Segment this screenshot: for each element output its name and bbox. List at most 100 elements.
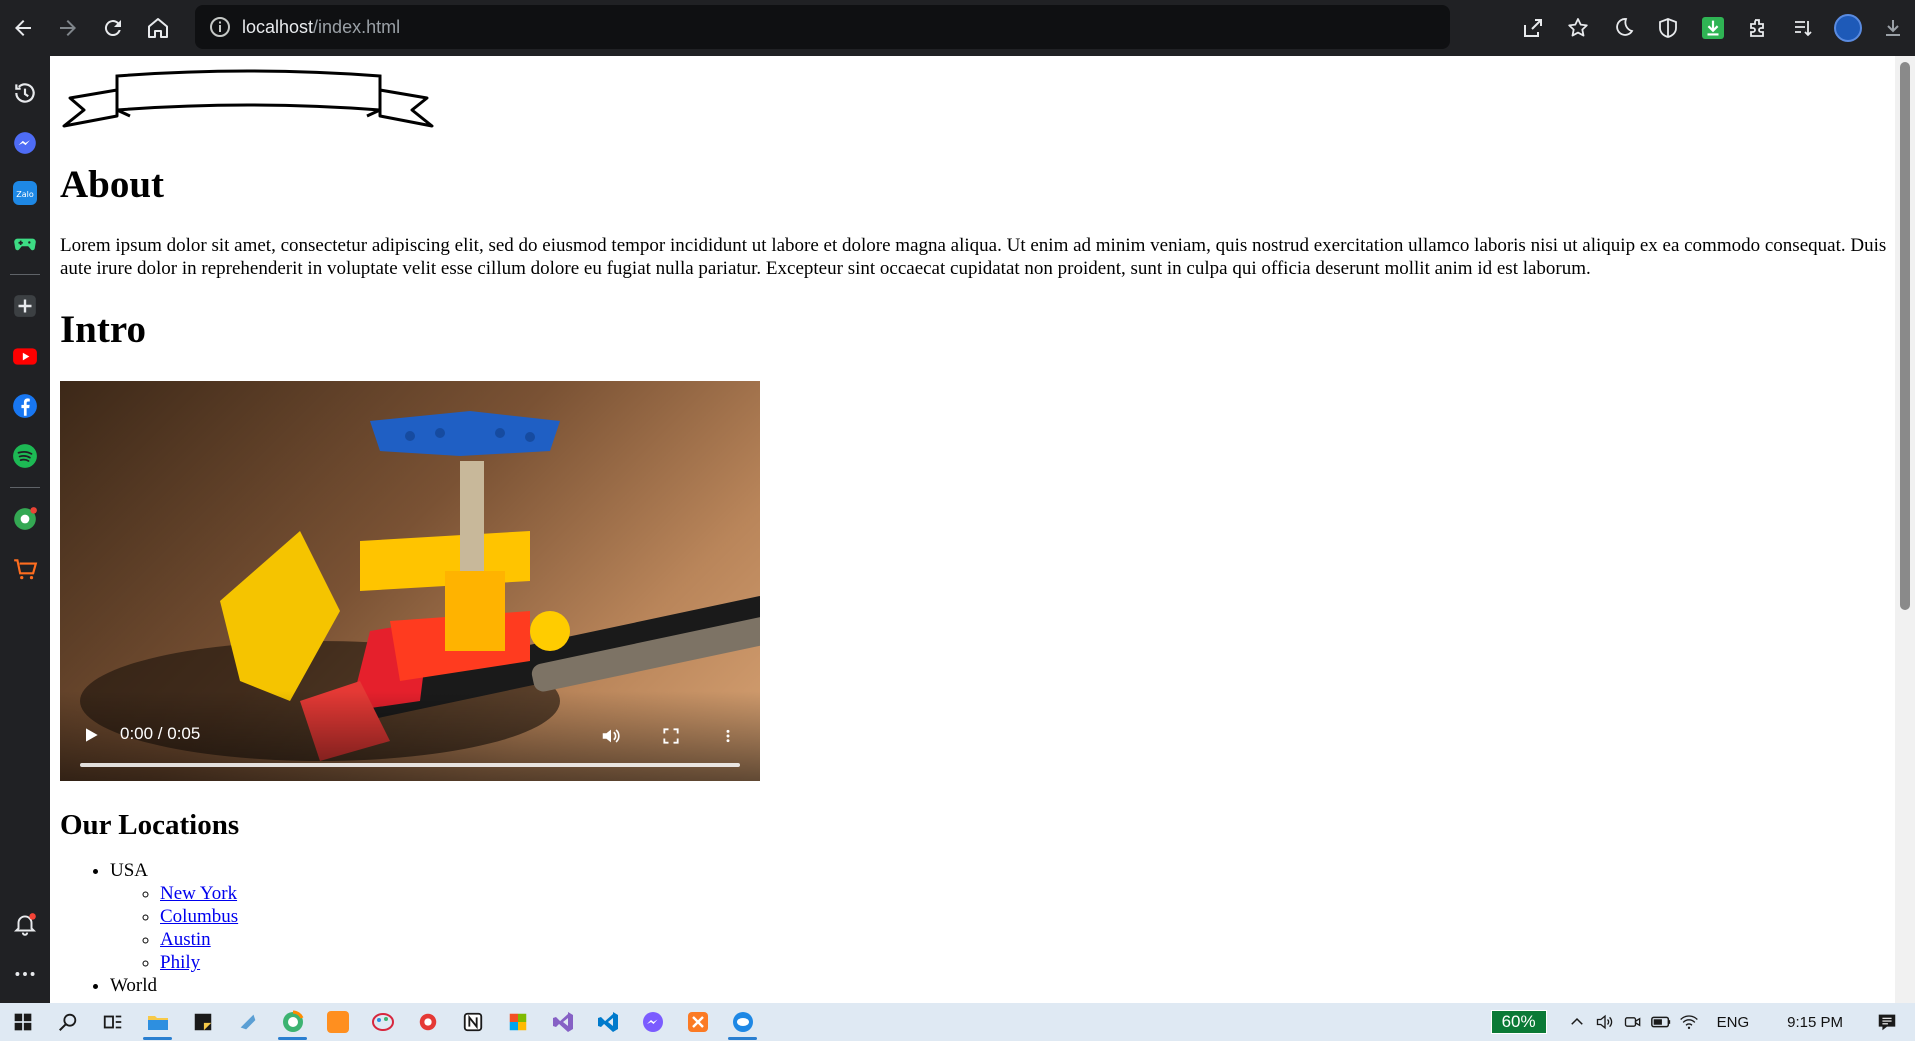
sidebar-soccer[interactable] [0, 494, 50, 544]
ribbon-banner-image [62, 69, 434, 128]
back-button[interactable] [0, 0, 45, 56]
battery-tray-button[interactable] [1647, 1003, 1675, 1041]
show-hidden-icons-button[interactable] [1563, 1003, 1591, 1041]
speaker-icon [1596, 1014, 1612, 1030]
taskbar-app[interactable] [225, 1003, 270, 1041]
page-scrollbar[interactable] [1895, 56, 1915, 1003]
task-view-button[interactable] [90, 1003, 135, 1041]
city-link-austin[interactable]: Austin [160, 929, 211, 950]
url-host: localhost [242, 16, 314, 37]
reading-list-button[interactable] [1780, 0, 1825, 56]
sidebar-more[interactable] [0, 949, 50, 999]
taskbar-app-red[interactable] [405, 1003, 450, 1041]
taskbar-file-explorer[interactable] [135, 1003, 180, 1041]
web-page: About Lorem ipsum dolor sit amet, consec… [50, 56, 1895, 1003]
reload-button[interactable] [90, 0, 135, 56]
taskbar-paint[interactable] [360, 1003, 405, 1041]
sidebar-youtube[interactable] [0, 331, 50, 381]
puzzle-icon [1749, 19, 1764, 37]
city-link-new-york[interactable]: New York [160, 883, 237, 904]
windows-taskbar: 60% ENG 9:15 PM [0, 1003, 1915, 1041]
intro-video-player[interactable]: 0:00 / 0:05 [60, 381, 760, 781]
extensions-button[interactable] [1735, 0, 1780, 56]
share-icon [1523, 19, 1542, 37]
sidebar-messenger[interactable] [0, 118, 50, 168]
fullscreen-button[interactable] [658, 723, 684, 749]
app-orange-icon [326, 1011, 349, 1033]
profile-button[interactable] [1825, 0, 1870, 56]
list-item: Austin [160, 928, 238, 951]
sticky-notes-icon [194, 1013, 211, 1031]
download-extension-button[interactable] [1690, 0, 1735, 56]
taskbar-messenger[interactable] [630, 1003, 675, 1041]
address-bar[interactable]: localhost/index.html [195, 5, 1450, 49]
wifi-tray-button[interactable] [1675, 1003, 1703, 1041]
history-icon [15, 83, 35, 103]
locations-list: USA New York Columbus Austin Phily World [60, 859, 238, 997]
volume-button[interactable] [598, 723, 624, 749]
country-world: World [110, 975, 158, 996]
home-button[interactable] [135, 0, 180, 56]
share-button[interactable] [1510, 0, 1555, 56]
sidebar-zalo[interactable]: Zalo [0, 168, 50, 218]
browser-toolbar: localhost/index.html [0, 0, 1915, 56]
taskbar-visual-studio[interactable] [540, 1003, 585, 1041]
search-icon [58, 1013, 76, 1031]
video-controls: 0:00 / 0:05 [60, 691, 760, 781]
task-view-icon [103, 1015, 121, 1029]
games-icon [14, 238, 36, 251]
taskbar-sticky-notes[interactable] [180, 1003, 225, 1041]
taskbar-search-button[interactable] [45, 1003, 90, 1041]
sidebar-spotify[interactable] [0, 431, 50, 481]
volume-tray-button[interactable] [1591, 1003, 1619, 1041]
downloads-button[interactable] [1870, 0, 1915, 56]
sidebar-divider [10, 487, 40, 488]
more-vertical-icon [726, 729, 730, 743]
reload-icon [104, 20, 121, 37]
sidebar-history[interactable] [0, 68, 50, 118]
moon-icon [1615, 18, 1633, 36]
language-indicator[interactable]: ENG [1717, 1014, 1750, 1031]
sidebar-shopping[interactable] [0, 544, 50, 594]
sidebar-notifications[interactable] [0, 899, 50, 949]
visual-studio-icon [552, 1012, 573, 1032]
play-button[interactable] [80, 724, 102, 746]
camera-tray-button[interactable] [1619, 1003, 1647, 1041]
taskbar-xampp[interactable] [675, 1003, 720, 1041]
taskbar-vscode[interactable] [585, 1003, 630, 1041]
reading-list-icon [1794, 21, 1812, 37]
start-button[interactable] [0, 1003, 45, 1041]
app-icon [240, 1014, 255, 1030]
bookmark-button[interactable] [1555, 0, 1600, 56]
taskbar-zalo[interactable] [720, 1003, 765, 1041]
coccoc-browser-icon [282, 1010, 303, 1032]
taskbar-app-orange[interactable] [315, 1003, 360, 1041]
sidebar-add[interactable] [0, 281, 50, 331]
taskbar-coccoc-browser[interactable] [270, 1003, 315, 1041]
info-icon[interactable] [208, 15, 232, 39]
facebook-icon [13, 394, 37, 418]
city-link-phily[interactable]: Phily [160, 952, 200, 973]
sidebar-facebook[interactable] [0, 381, 50, 431]
taskbar-notion[interactable] [450, 1003, 495, 1041]
city-link-columbus[interactable]: Columbus [160, 906, 238, 927]
theme-toggle-button[interactable] [1600, 0, 1645, 56]
shield-button[interactable] [1645, 0, 1690, 56]
sidebar-games[interactable] [0, 218, 50, 268]
notification-center-button[interactable] [1873, 1003, 1901, 1041]
profile-avatar [1833, 14, 1862, 42]
country-usa: USA [110, 860, 149, 881]
forward-button[interactable] [45, 0, 90, 56]
video-progress-bar[interactable] [80, 763, 740, 767]
url-path: /index.html [313, 16, 401, 37]
battery-percent-badge[interactable]: 60% [1490, 1010, 1547, 1034]
camera-icon [1624, 1017, 1640, 1027]
messenger-icon [14, 132, 36, 154]
zalo-icon: Zalo [13, 181, 37, 205]
taskbar-office[interactable] [495, 1003, 540, 1041]
file-explorer-icon [147, 1016, 168, 1030]
video-more-button[interactable] [720, 723, 736, 749]
taskbar-clock[interactable]: 9:15 PM [1787, 1014, 1843, 1031]
scrollbar-thumb[interactable] [1900, 62, 1910, 610]
zalo-icon [732, 1012, 753, 1032]
